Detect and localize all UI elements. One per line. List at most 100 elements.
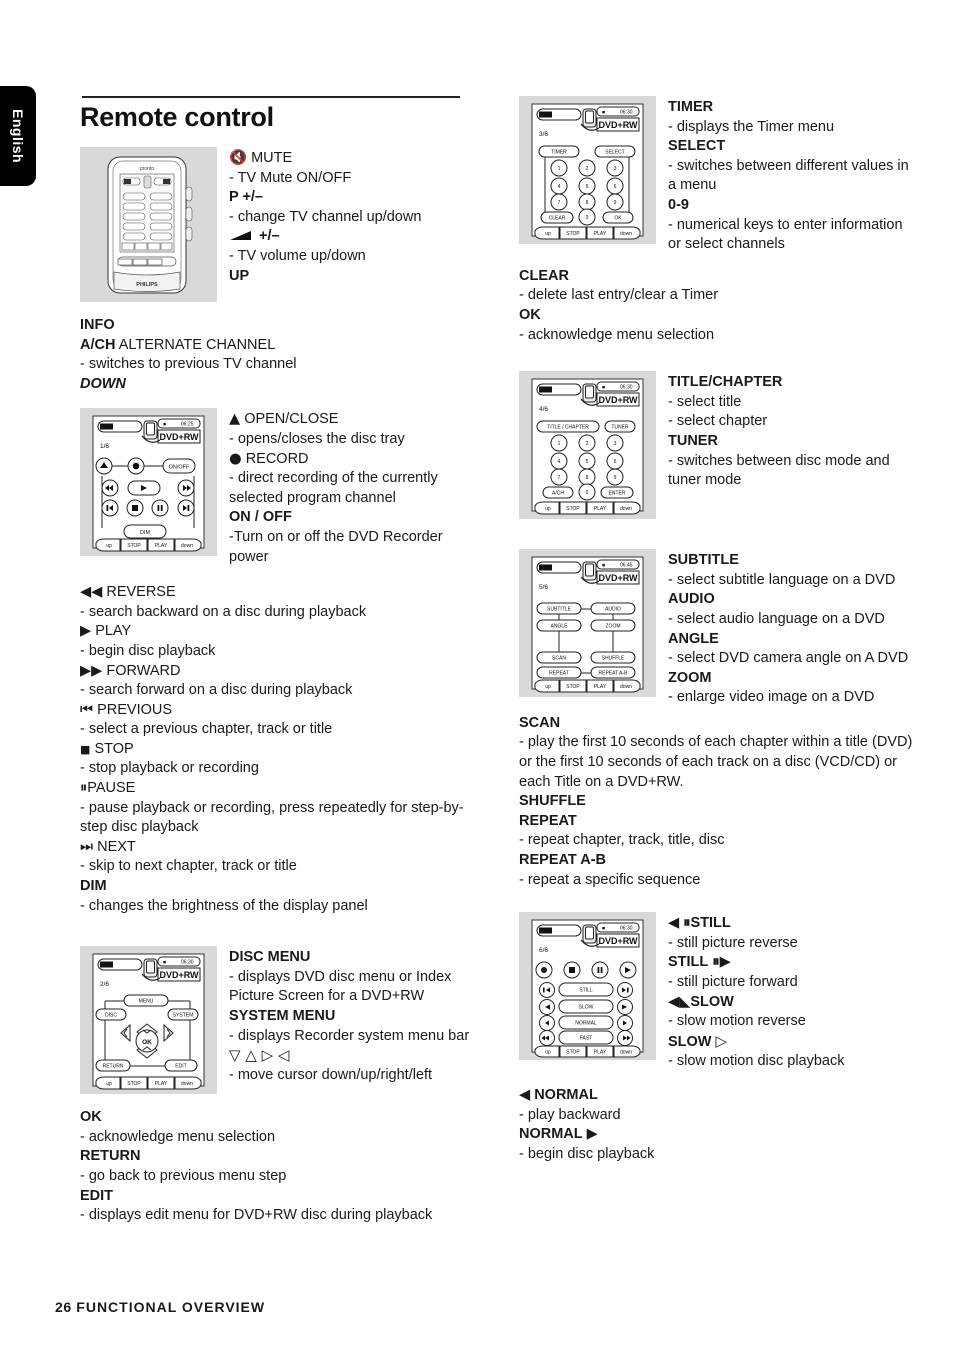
still-reverse-icon: ◀ [668,915,680,932]
term-slow-reverse: SLOW [690,993,734,1010]
desc-system-menu: - displays Recorder system menu bar [229,1027,470,1044]
desc-normal-reverse: - play backward [519,1106,621,1123]
svg-text:06:45: 06:45 [620,563,633,569]
term-audio: AUDIO [668,591,715,608]
pause-glyph-2: ⏸ [712,954,720,971]
svg-text:5/6: 5/6 [539,584,548,591]
desc-audio: - select audio language on a DVD [668,610,885,627]
svg-text:TUNER: TUNER [611,425,629,431]
term-angle: ANGLE [668,630,719,647]
figure-row-lcd4: ■ 06:30 DVD+RW 4/6 TITLE / CHAPTER TUNER… [519,371,914,520]
svg-text:SCAN: SCAN [552,656,566,662]
title-rule [82,96,460,98]
lcd1-figure: ■ 06:25 DVD+RW 1/6 ON/OFF DIM up STOP PL… [80,408,217,557]
term-ach-suffix: ALTERNATE CHANNEL [118,336,276,353]
desc-cursor-arrows: - move cursor down/up/right/left [229,1066,433,1083]
lcd5-svg: ■ 06:45 DVD+RW 5/6 SUBTITLE AUDIO ANGLE … [519,549,656,698]
term-still-reverse: STILL [690,915,731,932]
figure-row-lcd3: ■ 06:30 DVD+RW 3/6 TIMER SELECT 1 2 3 4 … [519,96,914,255]
svg-text:STOP: STOP [566,506,580,512]
svg-text:1: 1 [558,166,561,172]
lcd5-figure: ■ 06:45 DVD+RW 5/6 SUBTITLE AUDIO ANGLE … [519,549,656,698]
desc-record: - direct recording of the currently sele… [229,470,438,506]
svg-text:STOP: STOP [566,231,580,237]
svg-text:PLAY: PLAY [155,1081,168,1087]
svg-text:STILL: STILL [579,988,593,994]
desc-reverse: - search backward on a disc during playb… [80,603,367,620]
normal-forward-icon: ▶ [586,1126,598,1143]
svg-text:8: 8 [586,200,589,206]
term-disc-menu: DISC MENU [229,949,311,966]
svg-text:06:30: 06:30 [620,926,633,932]
svg-text:up: up [106,1081,112,1087]
block-info: INFO A/CH ALTERNATE CHANNEL - switches t… [80,316,470,394]
svg-text:up: up [545,506,551,512]
svg-text:PLAY: PLAY [594,1050,607,1056]
term-repeat-ab: REPEAT A-B [519,852,606,869]
term-return: RETURN [80,1148,141,1165]
term-reverse: REVERSE [106,584,176,601]
desc-still-reverse: - still picture reverse [668,934,798,951]
svg-text:FAST: FAST [580,1036,593,1042]
svg-text:DISC: DISC [105,1013,117,1019]
svg-text:2: 2 [586,166,589,172]
desc-slow-forward: - slow motion disc playback [668,1053,845,1070]
svg-text:PHILIPS: PHILIPS [136,282,158,288]
svg-text:down: down [181,543,193,549]
svg-text:06:30: 06:30 [620,385,633,391]
block-transport: ◀◀ REVERSE - search backward on a disc d… [80,583,470,916]
svg-text:SYSTEM: SYSTEM [173,1013,194,1019]
lcd3-svg: ■ 06:30 DVD+RW 3/6 TIMER SELECT 1 2 3 4 … [519,96,656,244]
svg-text:pronto: pronto [140,166,154,172]
desc-on-off: -Turn on or off the DVD Recorder power [229,528,443,565]
svg-text:DVD+RW: DVD+RW [159,432,199,442]
svg-text:MENU: MENU [139,999,154,1005]
desc-pause: - pause playback or recording, press rep… [80,799,464,836]
desc-volume: - TV volume up/down [229,247,366,264]
svg-text:■: ■ [602,926,605,932]
fig3-text: DISC MENU - displays DVD disc menu or In… [229,946,470,1085]
svg-text:■: ■ [602,563,605,569]
term-clear: CLEAR [519,267,569,284]
forward-icon: ▶▶ [80,662,103,679]
desc-forward: - search forward on a disc during playba… [80,682,353,699]
desc-select-title: - select title [668,393,742,410]
desc-stop: - stop playback or recording [80,760,259,777]
term-system-menu: SYSTEM MENU [229,1008,336,1024]
term-zoom: ZOOM [668,669,712,686]
term-timer: TIMER [668,99,714,115]
svg-text:STOP: STOP [127,543,141,549]
svg-text:3: 3 [614,166,617,172]
language-tab-label: English [10,108,26,164]
figure-row-lcd1: ■ 06:25 DVD+RW 1/6 ON/OFF DIM up STOP PL… [80,408,470,567]
play-icon: ▶ [80,623,92,640]
desc-edit: - displays edit menu for DVD+RW disc dur… [80,1207,433,1224]
svg-text:SLOW: SLOW [579,1005,594,1011]
desc-previous: - select a previous chapter, track or ti… [80,721,333,738]
figure-row-remote-photo: pronto PHILIPS 🔇 MUTE - TV Mute ON/OFF P… [80,147,470,302]
desc-play: - begin disc playback [80,642,216,659]
page-footer: 26 FUNCTIONAL OVERVIEW [55,1299,265,1315]
slow-forward-icon: ▷ [715,1031,728,1050]
lcd4-svg: ■ 06:30 DVD+RW 4/6 TITLE / CHAPTER TUNER… [519,371,656,520]
svg-text:■: ■ [602,110,605,116]
desc-ok: - acknowledge menu selection [80,1128,276,1145]
svg-text:2: 2 [586,441,589,447]
svg-text:ZOOM: ZOOM [606,624,621,630]
svg-text:DVD+RW: DVD+RW [598,573,638,583]
fig7-text: ◀ ⏸STILL - still picture reverse STILL ⏸… [668,912,914,1072]
svg-text:7: 7 [558,475,561,481]
lcd2-figure: ■ 06:30 DVD+RW 2/6 MENU DISC SYSTEM RETU… [80,946,217,1095]
svg-text:6: 6 [614,459,617,465]
svg-text:06:30: 06:30 [620,110,633,116]
svg-text:ANGLE: ANGLE [551,624,569,630]
term-p-plus-minus: P +/– [229,189,263,206]
next-icon: ⏭ [80,838,94,855]
term-subtitle: SUBTITLE [668,552,739,569]
svg-text:STOP: STOP [566,684,580,690]
lcd4-figure: ■ 06:30 DVD+RW 4/6 TITLE / CHAPTER TUNER… [519,371,656,520]
term-stop: STOP [94,740,134,757]
term-ok: OK [80,1109,102,1126]
svg-text:5: 5 [586,459,589,465]
reverse-icon: ◀◀ [80,584,103,601]
